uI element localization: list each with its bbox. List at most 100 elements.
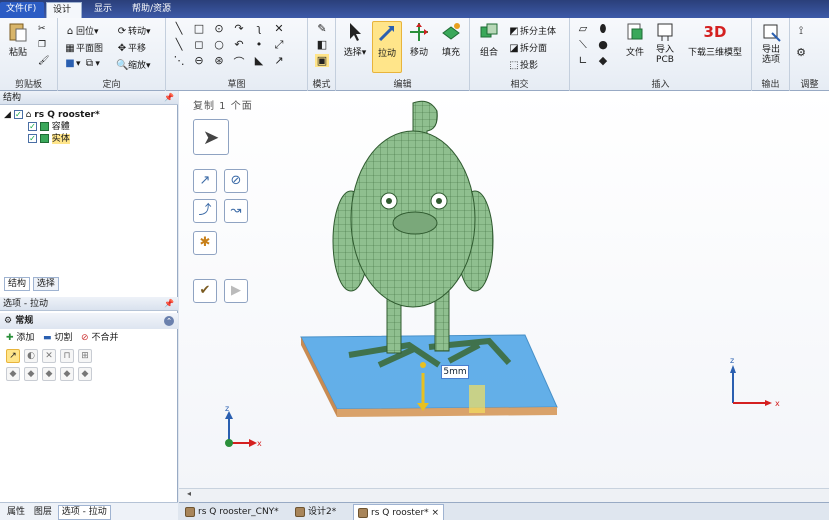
format-painter-icon[interactable]: 🖌: [38, 56, 49, 66]
line-tool-icon[interactable]: ╲: [172, 22, 186, 35]
shell-icon[interactable]: ◆: [596, 54, 610, 67]
cut-icon[interactable]: ✂: [38, 24, 46, 34]
sweep-icon[interactable]: ✕: [42, 348, 56, 363]
three-point-arc-icon[interactable]: ⌒: [232, 54, 246, 70]
sweep-path-tool[interactable]: ↝: [224, 199, 248, 223]
axis-icon[interactable]: ⟍: [576, 38, 590, 52]
view-cube-button[interactable]: ■▾ ⧉ ▾: [64, 58, 100, 69]
rooster-model[interactable]: [289, 91, 689, 441]
construction-line-icon[interactable]: ⋱: [172, 54, 186, 67]
3d-mode-icon[interactable]: ▣: [315, 54, 329, 67]
split-face-button[interactable]: ◪拆分面: [508, 41, 547, 54]
sweep-arc-icon[interactable]: ↶: [232, 38, 246, 51]
arc-tool-icon[interactable]: ↷: [232, 22, 246, 35]
revolve-axis-tool[interactable]: ⊘: [224, 169, 248, 193]
export-options-button[interactable]: 导出 选项: [756, 21, 786, 65]
offset-mode-icon[interactable]: ◆: [24, 366, 38, 381]
move-button[interactable]: 移动: [404, 21, 434, 58]
circle-tool-icon[interactable]: ⊙: [212, 22, 226, 35]
ellipse-tool-icon[interactable]: ○: [212, 38, 226, 51]
tab-help[interactable]: 帮助/资源: [126, 2, 186, 18]
tangent-line-icon[interactable]: ╲: [172, 38, 186, 51]
root-checkbox[interactable]: ✓: [13, 110, 23, 119]
tab-structure[interactable]: 结构: [4, 277, 31, 291]
pin-icon[interactable]: 📌: [164, 297, 174, 311]
complete-button[interactable]: ✔: [193, 279, 217, 303]
rectangle-tool-icon[interactable]: □: [192, 22, 206, 35]
tree-item[interactable]: ✓ 实体: [4, 133, 100, 145]
round-mode-icon[interactable]: ◆: [78, 366, 92, 381]
next-button[interactable]: ▶: [224, 279, 248, 303]
pivot-tool[interactable]: ✱: [193, 231, 217, 255]
bend-tool-icon[interactable]: ↗: [272, 54, 286, 67]
slot-tool-icon[interactable]: ⊖: [192, 54, 206, 67]
section-mode-icon[interactable]: ◧: [315, 38, 329, 51]
tab-properties[interactable]: 属性: [4, 506, 28, 519]
blend-icon[interactable]: ⊞: [78, 348, 92, 363]
extrude-mode-icon[interactable]: ◆: [6, 366, 20, 381]
select-tool-button[interactable]: ➤: [193, 119, 229, 155]
tree-item-checkbox[interactable]: ✓: [28, 122, 37, 131]
up-to-tool[interactable]: ⤴: [193, 199, 217, 223]
plan-view-button[interactable]: ▦平面图: [64, 41, 103, 54]
download-3d-button[interactable]: 3D 下载三维模型: [682, 21, 748, 58]
sketch-mode-icon[interactable]: ✎: [315, 22, 329, 35]
tree-item[interactable]: ✓ 容體: [4, 121, 100, 133]
pull-button[interactable]: 拉动: [372, 21, 402, 73]
sphere-icon[interactable]: ●: [596, 38, 610, 51]
horizontal-scrollbar[interactable]: ◂: [179, 488, 829, 502]
cylinder-icon[interactable]: ⬮: [596, 22, 610, 36]
select-button[interactable]: 选择▾: [340, 21, 370, 58]
home-button[interactable]: ⌂ 回位▾: [64, 24, 99, 37]
design-viewport[interactable]: 复制 1 个面 ➤ ↗ ⊘ ⤴ ↝ ✱ ✔ ▶ 5mm z x z x: [179, 91, 829, 488]
expand-icon[interactable]: ◢: [4, 110, 11, 120]
dimension-input[interactable]: 5mm: [441, 365, 469, 379]
pull-direction-tool[interactable]: ↗: [193, 169, 217, 193]
polygon-tool-icon[interactable]: ◻: [192, 38, 206, 51]
pan-button[interactable]: ✥ 平移: [116, 41, 146, 54]
point-tool-icon[interactable]: •: [252, 38, 266, 51]
adjust-tool-icon[interactable]: ⚙: [794, 46, 808, 59]
tab-options-pull[interactable]: 选项 - 拉动: [57, 505, 111, 520]
cut-option[interactable]: ▬ 切割: [43, 333, 72, 343]
trim-tool-icon[interactable]: ✕: [272, 22, 286, 35]
pull-handle[interactable]: [469, 385, 485, 413]
doc-tab[interactable]: rs Q rooster_CNY*: [181, 504, 283, 520]
combine-button[interactable]: 组合: [474, 21, 504, 58]
doc-tab[interactable]: 设计2*: [291, 504, 340, 520]
origin-icon[interactable]: ∟: [576, 54, 590, 67]
fill-button[interactable]: 填充: [436, 21, 466, 58]
split-body-button[interactable]: ◩拆分主体: [508, 24, 556, 37]
face-curve-icon[interactable]: ◣: [252, 54, 266, 67]
import-pcb-button[interactable]: 导入 PCB: [650, 21, 680, 65]
add-option[interactable]: ✚ 添加: [6, 333, 34, 343]
tab-display[interactable]: 显示: [88, 2, 122, 18]
insert-file-button[interactable]: 文件: [620, 21, 650, 58]
collapse-icon[interactable]: ⌃: [164, 316, 174, 326]
no-merge-option[interactable]: ⊘ 不合并: [81, 333, 118, 343]
plane-icon[interactable]: ▱: [576, 22, 590, 35]
tab-layers[interactable]: 图层: [31, 506, 55, 519]
copy-mode-icon[interactable]: ◆: [60, 366, 74, 381]
tab-selection[interactable]: 选择: [32, 277, 59, 291]
copy-icon[interactable]: ❐: [38, 40, 46, 50]
tab-file[interactable]: 文件(F): [0, 2, 44, 18]
tree-item-checkbox[interactable]: ✓: [28, 134, 37, 143]
zoom-button[interactable]: 🔍缩放▾: [116, 58, 151, 71]
revolve-icon[interactable]: ◐: [24, 348, 38, 363]
project-button[interactable]: ⬚投影: [508, 58, 538, 71]
tab-design[interactable]: 设计: [46, 2, 82, 18]
paste-button[interactable]: 粘贴: [3, 21, 33, 58]
rotate-button[interactable]: ⟳ 转动▾: [116, 24, 151, 37]
tree-root[interactable]: ◢ ✓ ⌂ rs Q rooster*: [4, 109, 100, 121]
anchor-point[interactable]: [420, 362, 426, 368]
draft-icon[interactable]: ⊓: [60, 348, 74, 363]
caliper-icon[interactable]: ⟟: [794, 24, 808, 38]
offset-tool-icon[interactable]: ⤢: [272, 38, 286, 52]
spline-tool-icon[interactable]: ʅ: [252, 22, 266, 35]
pin-icon[interactable]: 📌: [164, 91, 174, 105]
close-icon[interactable]: ×: [432, 508, 440, 518]
three-point-circle-icon[interactable]: ⊛: [212, 54, 226, 67]
pull-direction-icon[interactable]: ↗: [6, 348, 20, 363]
general-section[interactable]: ⚙ 常规 ⌃: [0, 313, 178, 329]
